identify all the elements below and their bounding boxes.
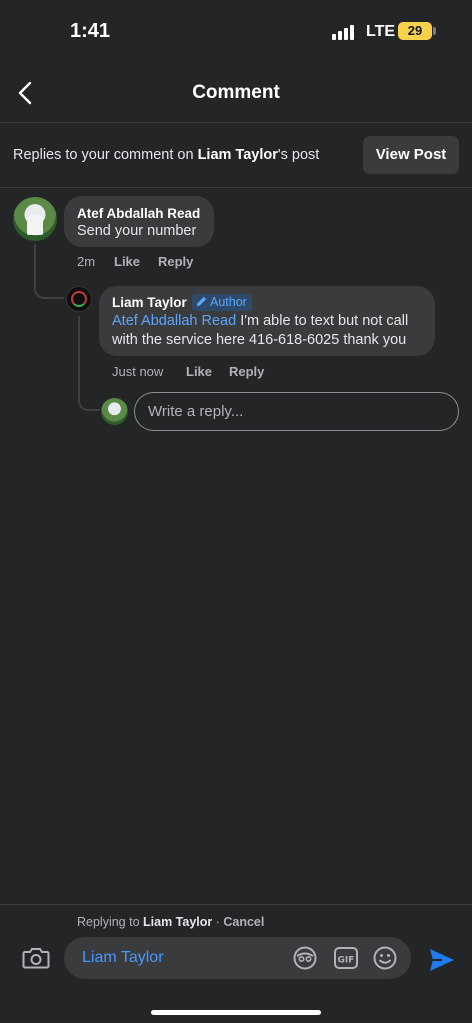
pencil-icon <box>196 296 207 307</box>
svg-text:GIF: GIF <box>338 956 355 966</box>
avatar-atef[interactable] <box>13 197 57 241</box>
home-indicator <box>151 1010 321 1015</box>
comment-text-line2: with the service here 416-618-6025 thank… <box>112 332 407 348</box>
avatar-current-user <box>101 398 128 425</box>
comment-text: Send your number <box>77 223 197 239</box>
status-time: 1:41 <box>70 20 111 42</box>
thread-line-reply <box>78 316 100 411</box>
comment-bubble-atef[interactable]: Atef Abdallah Read Send your number <box>64 196 214 247</box>
page-title: Comment <box>192 82 280 103</box>
replying-to-name: Liam Taylor <box>143 915 213 929</box>
view-post-button[interactable]: View Post <box>363 136 459 174</box>
comment-bubble-liam[interactable]: Liam Taylor Author Atef Abdallah Read I'… <box>99 286 435 356</box>
gif-icon[interactable]: GIF <box>333 945 359 971</box>
cancel-reply-button[interactable]: Cancel <box>223 915 264 929</box>
reply-notice: Replies to your comment on Liam Taylor's… <box>0 122 472 188</box>
signal-icon <box>332 24 358 40</box>
reply-button[interactable]: Reply <box>229 364 264 379</box>
comment-actions: Just now Like Reply <box>112 364 282 380</box>
emoji-icon[interactable] <box>372 945 398 971</box>
comment-author[interactable]: Liam Taylor <box>112 295 187 310</box>
reply-input[interactable]: Write a reply... <box>134 392 459 431</box>
mention-link[interactable]: Atef Abdallah Read <box>112 313 236 329</box>
composer: Replying to Liam Taylor · Cancel Liam Ta… <box>0 904 472 1023</box>
comment-timestamp: 2m <box>77 254 96 269</box>
reply-button[interactable]: Reply <box>158 254 193 269</box>
comment-timestamp: Just now <box>112 364 164 379</box>
comment-text-rest: I'm able to text but not call <box>240 313 409 329</box>
replying-separator: · <box>212 915 224 929</box>
like-button[interactable]: Like <box>114 254 140 269</box>
compose-input[interactable]: Liam Taylor GIF <box>64 937 411 979</box>
notice-text: Replies to your comment on Liam Taylor's… <box>13 147 319 163</box>
author-badge-label: Author <box>210 295 247 309</box>
notice-suffix: 's post <box>277 147 320 163</box>
comment-text-line1: Atef Abdallah Read I'm able to text but … <box>112 313 408 329</box>
status-bar: 1:41 LTE 29 <box>0 0 472 64</box>
sticker-icon[interactable] <box>292 945 318 971</box>
notice-post-owner[interactable]: Liam Taylor <box>198 147 278 163</box>
compose-input-value: Liam Taylor <box>82 949 164 966</box>
avatar-liam[interactable] <box>66 286 92 312</box>
like-button[interactable]: Like <box>186 364 212 379</box>
reply-input-placeholder: Write a reply... <box>148 403 244 420</box>
comment-author[interactable]: Atef Abdallah Read <box>77 206 200 221</box>
battery-nub <box>433 27 436 35</box>
thread-line <box>34 244 64 299</box>
camera-icon[interactable] <box>22 945 50 971</box>
header: Comment <box>0 64 472 122</box>
replying-to-label: Replying to Liam Taylor · Cancel <box>77 915 264 929</box>
network-label: LTE <box>366 23 396 40</box>
battery-icon: 29 <box>398 22 432 40</box>
replying-prefix: Replying to <box>77 915 144 929</box>
comment-actions: 2m Like Reply <box>77 254 217 270</box>
author-badge: Author <box>192 294 252 311</box>
notice-prefix: Replies to your comment on <box>13 147 198 163</box>
send-icon[interactable] <box>428 947 455 973</box>
